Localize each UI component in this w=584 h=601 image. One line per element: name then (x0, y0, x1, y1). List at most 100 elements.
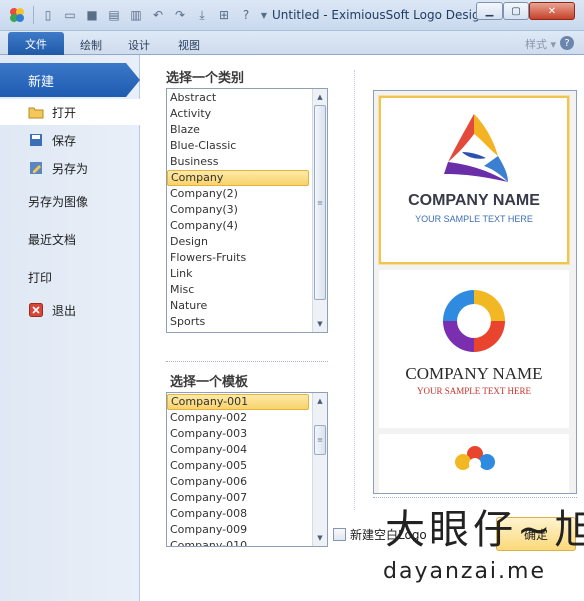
scroll-up-icon[interactable]: ▲ (313, 394, 327, 408)
list-item[interactable]: Misc (167, 282, 311, 298)
download-icon[interactable]: ⤓ (194, 7, 210, 23)
list-item-selected[interactable]: Company (167, 170, 309, 186)
list-item[interactable]: Company(2) (167, 186, 311, 202)
list-item[interactable]: Company-010 (167, 538, 311, 546)
list-item[interactable]: Company-009 (167, 522, 311, 538)
ribbon-tab-bar: 文件 绘制 设计 视图 样式 ▾ ? (0, 31, 584, 55)
list-item[interactable]: Company-007 (167, 490, 311, 506)
list-item[interactable]: Sports (167, 314, 311, 330)
style-menu[interactable]: 样式 ▾ (525, 36, 556, 52)
scroll-thumb[interactable]: ≡ (314, 425, 326, 455)
maximize-button[interactable]: ▢ (503, 2, 529, 20)
company-name-text: COMPANY NAME (405, 364, 543, 383)
category-scrollbar[interactable]: ▲ ≡ ▼ (312, 89, 327, 332)
maximize-icon: ▢ (511, 5, 521, 17)
close-icon: ✕ (547, 5, 557, 17)
window-title: Untitled - EximiousSoft Logo Designer (272, 8, 500, 22)
category-list[interactable]: Abstract Activity Blaze Blue-Classic Bus… (166, 88, 328, 333)
new-file-icon[interactable]: ▯ (40, 7, 56, 23)
print-icon[interactable]: ▥ (128, 7, 144, 23)
new-blank-logo-label: 新建空白Logo (350, 528, 427, 542)
customize-dropdown-icon[interactable]: ▼ (256, 7, 272, 23)
template-preview[interactable]: COMPANY NAME YOUR SAMPLE TEXT HERE COMPA… (373, 90, 577, 494)
sidebar-item-label: 保存 (52, 133, 77, 148)
undo-icon[interactable]: ↶ (150, 7, 166, 23)
main-panel: 选择一个类别 Abstract Activity Blaze Blue-Clas… (141, 55, 584, 601)
sidebar-item-label: 另存为 (52, 161, 89, 176)
list-item[interactable]: Company-006 (167, 474, 311, 490)
tab-file[interactable]: 文件 (8, 32, 64, 55)
help-icon[interactable]: ? (560, 36, 574, 50)
save-icon[interactable]: ■ (84, 7, 100, 23)
company-name-text: COMPANY NAME (408, 192, 540, 209)
template-list[interactable]: Company-001 Company-002 Company-003 Comp… (166, 392, 328, 547)
list-item[interactable]: Business (167, 154, 311, 170)
template-card[interactable] (379, 434, 569, 493)
sidebar-item-open[interactable]: 打开 (0, 99, 140, 125)
panel-divider (354, 70, 355, 510)
help-circle-icon[interactable]: ? (238, 7, 254, 23)
list-item[interactable]: Company-002 (167, 410, 311, 426)
quick-access-separator (33, 6, 34, 24)
sidebar-item-label: 最近文档 (28, 232, 77, 247)
tagline-text: YOUR SAMPLE TEXT HERE (417, 386, 531, 396)
sidebar-item-recent[interactable]: 最近文档 (0, 226, 140, 252)
sidebar-item-print[interactable]: 打印 (0, 264, 140, 290)
list-item[interactable]: Company-004 (167, 442, 311, 458)
sidebar-item-label: 退出 (52, 303, 77, 318)
list-item[interactable]: Blaze (167, 122, 311, 138)
triangle-swirl-logo (444, 114, 508, 182)
list-item[interactable]: Abstract (167, 90, 311, 106)
list-item[interactable]: Design (167, 234, 311, 250)
tab-view[interactable]: 视图 (174, 35, 204, 55)
section-divider (166, 361, 328, 362)
template-card-selected[interactable]: COMPANY NAME YOUR SAMPLE TEXT HERE (379, 96, 569, 264)
tagline-text: YOUR SAMPLE TEXT HERE (415, 214, 533, 224)
minimize-button[interactable]: ▁ (476, 2, 503, 20)
sidebar-item-exit[interactable]: 退出 (0, 297, 140, 323)
cart-icon[interactable]: ⊞ (216, 7, 232, 23)
scroll-up-icon[interactable]: ▲ (313, 90, 327, 104)
template-card[interactable]: COMPANY NAME YOUR SAMPLE TEXT HERE (379, 270, 569, 428)
list-item[interactable]: Nature (167, 298, 311, 314)
sidebar-item-save-as[interactable]: 另存为 (0, 155, 140, 181)
template-items: Company-001 Company-002 Company-003 Comp… (167, 393, 327, 546)
list-item[interactable]: Company-003 (167, 426, 311, 442)
ok-button[interactable]: 确定 (496, 517, 576, 551)
tab-design[interactable]: 设计 (124, 35, 154, 55)
list-item[interactable]: Company-008 (167, 506, 311, 522)
list-item[interactable]: Activity (167, 106, 311, 122)
category-items: Abstract Activity Blaze Blue-Classic Bus… (167, 89, 327, 330)
preview-divider (373, 497, 577, 498)
tab-draw[interactable]: 绘制 (76, 35, 106, 55)
close-button[interactable]: ✕ (529, 2, 575, 20)
flower-logo (455, 446, 495, 470)
exit-icon (28, 302, 44, 318)
new-blank-logo-option[interactable]: 新建空白Logo (333, 526, 427, 543)
sidebar-item-save[interactable]: 保存 (0, 127, 140, 153)
scroll-down-icon[interactable]: ▼ (313, 531, 327, 545)
list-item-selected[interactable]: Company-001 (167, 394, 309, 410)
list-item[interactable]: Blue-Classic (167, 138, 311, 154)
save-as-icon (28, 160, 44, 176)
new-blank-logo-checkbox[interactable] (333, 528, 346, 541)
list-item[interactable]: Flowers-Fruits (167, 250, 311, 266)
list-item[interactable]: Company(4) (167, 218, 311, 234)
app-logo-icon[interactable] (8, 6, 26, 24)
sidebar-item-new[interactable]: 新建 (0, 63, 140, 97)
save-icon (28, 132, 44, 148)
minimize-icon: ▁ (485, 5, 494, 17)
save-as-icon[interactable]: ▤ (106, 7, 122, 23)
open-folder-icon[interactable]: ▭ (62, 7, 78, 23)
scroll-thumb[interactable]: ≡ (314, 105, 326, 300)
redo-icon[interactable]: ↷ (172, 7, 188, 23)
template-scrollbar[interactable]: ▲ ≡ ▼ (312, 393, 327, 546)
category-heading: 选择一个类别 (166, 71, 245, 86)
list-item[interactable]: Company(3) (167, 202, 311, 218)
list-item[interactable]: Link (167, 266, 311, 282)
scroll-down-icon[interactable]: ▼ (313, 317, 327, 331)
sidebar-item-label: 另存为图像 (28, 194, 89, 209)
list-item[interactable]: Company-005 (167, 458, 311, 474)
backstage-sidebar: 新建 打开 保存 另存为 另存为图像 最近文档 打印 退出 (0, 55, 140, 601)
sidebar-item-save-as-image[interactable]: 另存为图像 (0, 188, 140, 214)
